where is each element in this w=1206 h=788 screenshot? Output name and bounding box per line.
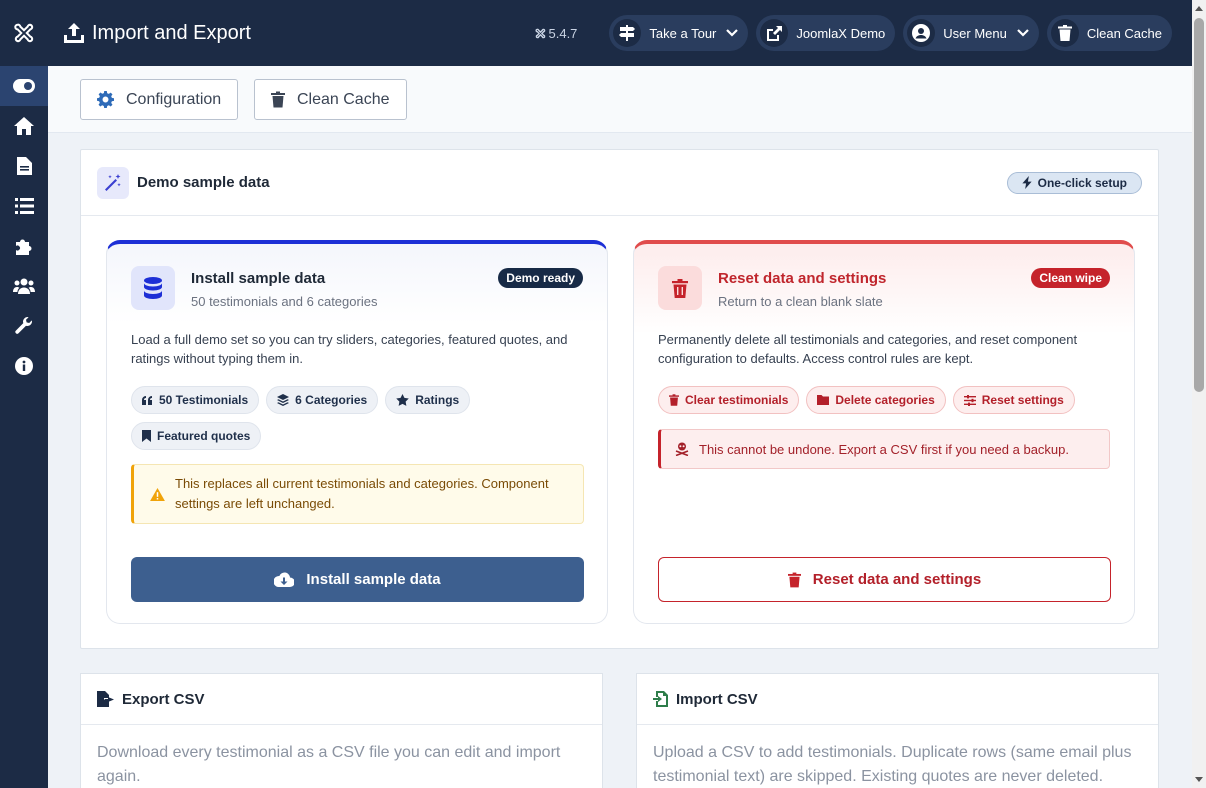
file-export-icon <box>97 691 114 707</box>
configuration-button[interactable]: Configuration <box>80 79 239 120</box>
user-menu-button[interactable]: User Menu <box>903 15 1039 51</box>
cloud-download-icon <box>274 572 295 587</box>
chip-clear-testimonials: Clear testimonials <box>658 386 800 414</box>
trash-icon <box>271 91 285 108</box>
quote-icon <box>142 395 152 405</box>
card-title: Demo sample data <box>137 174 270 191</box>
file-import-icon <box>653 691 668 707</box>
external-link-icon <box>766 25 782 41</box>
sliders-icon <box>963 394 976 406</box>
info-icon <box>15 357 33 375</box>
reset-data-panel: Reset data and settings Return to a clea… <box>633 240 1135 624</box>
gear-icon <box>97 91 114 108</box>
take-a-tour-button[interactable]: Take a Tour <box>609 15 749 51</box>
reset-title: Reset data and settings <box>718 270 887 287</box>
scrollbar-thumb[interactable] <box>1194 18 1204 392</box>
reset-data-and-settings-button[interactable]: Reset data and settings <box>658 557 1111 602</box>
folder-icon <box>817 395 830 405</box>
clean-cache-button[interactable]: Clean Cache <box>254 79 407 120</box>
file-icon <box>16 157 32 175</box>
demo-sample-data-card: Demo sample data One-click setup Install… <box>80 149 1159 649</box>
reset-description: Permanently delete all testimonials and … <box>658 332 1078 366</box>
toggle-icon <box>13 79 35 93</box>
import-csv-card: Import CSV Upload a CSV to add testimoni… <box>636 673 1159 788</box>
bookmark-icon <box>142 430 151 442</box>
sidebar-item-help[interactable] <box>0 346 48 386</box>
install-sample-data-button[interactable]: Install sample data <box>131 557 584 602</box>
trash-icon <box>1057 25 1072 41</box>
chip-delete-categories: Delete categories <box>806 386 946 414</box>
import-title: Import CSV <box>676 690 758 708</box>
chip-reset-settings: Reset settings <box>952 386 1075 414</box>
joomla-logo-icon[interactable] <box>0 0 48 66</box>
install-sample-data-panel: Install sample data 50 testimonials and … <box>106 240 608 624</box>
page-title: Import and Export <box>92 21 251 44</box>
magic-wand-icon <box>105 173 121 191</box>
chip-testimonials: 50 Testimonials <box>131 386 260 414</box>
sidebar <box>0 0 48 788</box>
export-title: Export CSV <box>122 690 205 708</box>
install-title: Install sample data <box>191 270 326 287</box>
clean-wipe-badge: Clean wipe <box>1031 268 1110 288</box>
joomla-small-icon <box>535 28 545 38</box>
toolbar: Configuration Clean Cache <box>48 66 1192 133</box>
import-description: Upload a CSV to add testimonials. Duplic… <box>653 744 1132 785</box>
trash-icon <box>669 394 679 406</box>
header-clean-cache-button[interactable]: Clean Cache <box>1046 15 1172 51</box>
sidebar-item-users[interactable] <box>0 266 48 306</box>
chevron-down-icon <box>726 29 739 37</box>
users-icon <box>13 278 35 294</box>
trash-icon <box>787 572 801 587</box>
layers-icon <box>277 394 290 406</box>
chip-categories: 6 Categories <box>266 386 379 414</box>
sidebar-item-articles[interactable] <box>0 146 48 186</box>
home-icon <box>14 117 34 135</box>
puzzle-icon <box>16 239 32 255</box>
sidebar-item-extensions[interactable] <box>0 226 48 266</box>
top-header: Import and Export 5.4.7 Take a Tour Joom… <box>48 0 1192 66</box>
install-subtitle: 50 testimonials and 6 categories <box>191 294 378 309</box>
install-description: Load a full demo set so you can try slid… <box>131 332 568 366</box>
export-description: Download every testimonial as a CSV file… <box>97 744 561 785</box>
upload-icon <box>64 23 84 43</box>
one-click-setup-badge: One-click setup <box>1006 171 1142 194</box>
sidebar-item-home[interactable] <box>0 106 48 146</box>
warning-icon <box>150 487 165 501</box>
reset-subtitle: Return to a clean blank slate <box>718 294 883 309</box>
chevron-down-icon <box>1017 29 1029 37</box>
wrench-icon <box>15 317 32 334</box>
skull-crossbones-icon <box>675 442 689 456</box>
sidebar-item-toggle[interactable] <box>0 66 48 106</box>
export-csv-card: Export CSV Download every testimonial as… <box>80 673 603 788</box>
reset-danger-notice: This cannot be undone. Export a CSV firs… <box>658 429 1110 469</box>
page-scrollbar[interactable] <box>1192 0 1206 788</box>
signpost-icon <box>619 25 636 41</box>
chip-featured-quotes: Featured quotes <box>131 422 262 450</box>
scroll-down-arrow[interactable] <box>1195 777 1203 782</box>
version-label: 5.4.7 <box>535 26 577 41</box>
sidebar-item-list[interactable] <box>0 186 48 226</box>
chip-ratings: Ratings <box>385 386 471 414</box>
user-circle-icon <box>912 24 931 42</box>
demo-ready-badge: Demo ready <box>498 268 583 288</box>
database-icon <box>144 277 162 299</box>
joomlax-demo-button[interactable]: JoomlaX Demo <box>756 15 896 51</box>
list-icon <box>14 198 34 214</box>
trash-icon <box>672 278 688 298</box>
bolt-icon <box>1021 176 1032 189</box>
install-warning: This replaces all current testimonials a… <box>131 464 584 524</box>
star-icon <box>396 394 409 406</box>
sidebar-item-system[interactable] <box>0 306 48 346</box>
scroll-up-arrow[interactable] <box>1195 6 1203 11</box>
